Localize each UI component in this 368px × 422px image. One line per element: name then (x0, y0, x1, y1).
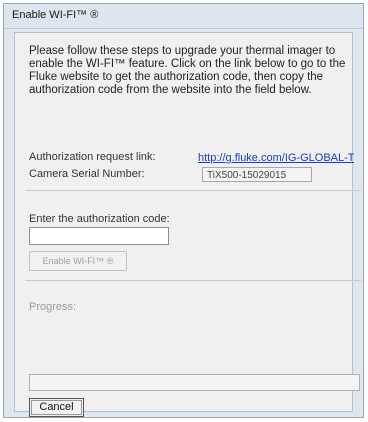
authorization-request-link[interactable]: http://g.fluke.com/IG-GLOBAL-TI-20 (198, 152, 354, 164)
enable-wifi-button[interactable]: Enable WI-FI™ ® (29, 251, 127, 271)
cancel-button[interactable]: Cancel (29, 398, 84, 417)
divider-top (25, 190, 361, 191)
authorization-link-label: Authorization request link: (29, 151, 156, 163)
auth-code-label: Enter the authorization code: (29, 213, 170, 225)
divider-middle (25, 280, 361, 281)
auth-code-input[interactable] (29, 227, 169, 245)
dialog-window: Enable WI-FI™ ® Please follow these step… (3, 3, 364, 418)
serial-number-label: Camera Serial Number: (29, 168, 145, 180)
title-bar[interactable]: Enable WI-FI™ ® (4, 4, 363, 29)
progress-label: Progress: (29, 301, 77, 313)
dialog-content: Please follow these steps to upgrade you… (14, 32, 361, 417)
instructions-text: Please follow these steps to upgrade you… (29, 45, 346, 96)
serial-number-field: TiX500-15029015 (202, 167, 312, 182)
progress-bar (29, 374, 360, 391)
window-title: Enable WI-FI™ ® (12, 9, 99, 21)
